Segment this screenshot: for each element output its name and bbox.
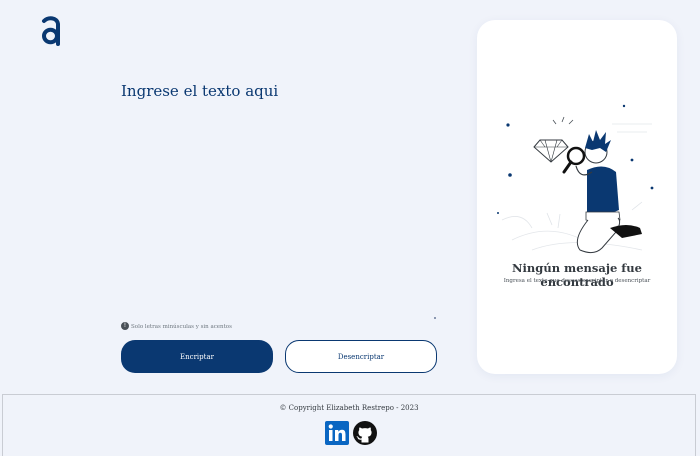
message-input[interactable]	[121, 82, 439, 318]
linkedin-icon	[325, 421, 349, 445]
output-panel: Ningún mensaje fue encontrado Ingresa el…	[477, 20, 677, 374]
footer: © Copyright Elizabeth Restrepo - 2023	[2, 394, 696, 456]
info-icon: !	[121, 322, 129, 330]
encrypt-button[interactable]: Encriptar	[121, 340, 273, 373]
linkedin-link[interactable]	[324, 420, 350, 446]
alura-logo	[42, 16, 60, 46]
hint-text: Solo letras minúsculas y sin acentos	[131, 324, 232, 330]
github-link[interactable]	[352, 420, 378, 446]
input-hint: ! Solo letras minúsculas y sin acentos	[121, 322, 232, 330]
resize-handle[interactable]	[434, 317, 436, 319]
boy-magnifying-glass-illustration	[497, 104, 654, 254]
copyright-text: © Copyright Elizabeth Restrepo - 2023	[279, 404, 419, 412]
social-links	[324, 420, 378, 446]
github-icon	[353, 421, 377, 445]
output-subtitle: Ingresa el texto que deseas encriptar o …	[503, 278, 651, 284]
output-title: Ningún mensaje fue encontrado	[512, 261, 642, 289]
decrypt-button[interactable]: Desencriptar	[285, 340, 437, 373]
